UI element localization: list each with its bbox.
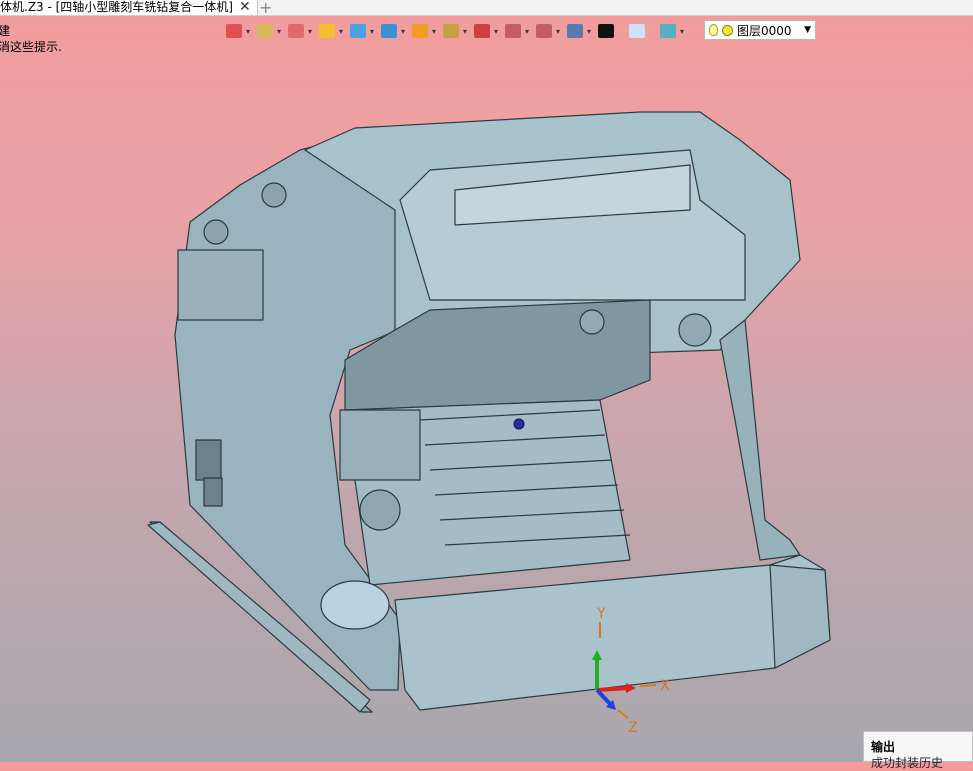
axis-z-label: Z <box>628 720 638 736</box>
cnc-machine-model[interactable] <box>147 111 831 713</box>
output-title: 输出 <box>871 740 896 754</box>
3d-viewport[interactable]: Y X Z <box>0 0 973 762</box>
axis-x-label: X <box>660 678 670 694</box>
output-panel: 输出 成功封装历史 <box>863 731 973 770</box>
axis-y-label: Y <box>596 606 606 622</box>
output-status: 成功封装历史 <box>871 756 944 770</box>
pivot-point-icon[interactable] <box>513 418 525 430</box>
